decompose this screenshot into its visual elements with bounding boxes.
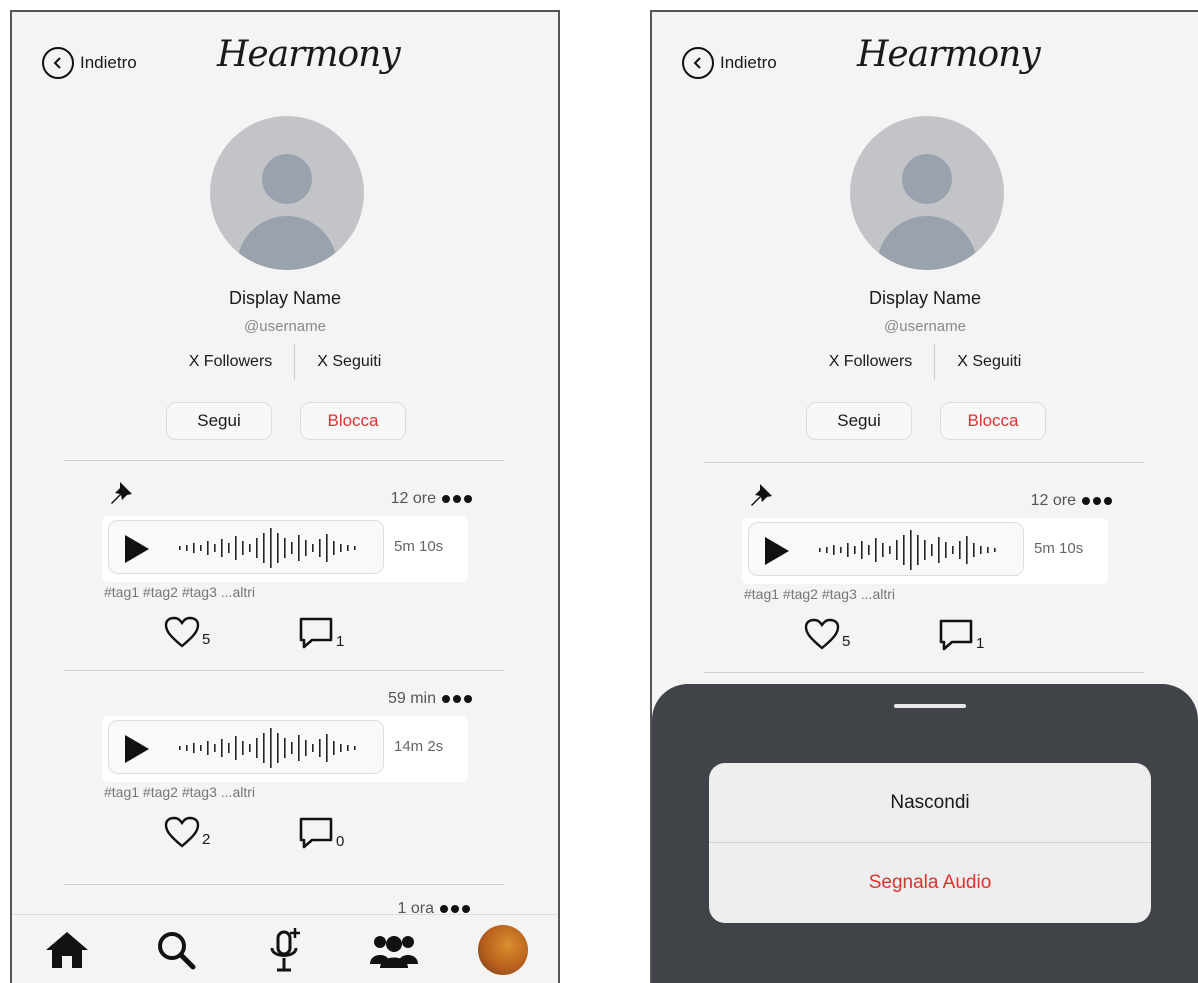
comment-button[interactable]: 0 — [298, 816, 344, 850]
comment-count: 1 — [976, 635, 985, 652]
comment-count: 1 — [336, 633, 345, 650]
back-button[interactable]: Indietro — [682, 47, 777, 79]
record-audio-icon[interactable] — [259, 924, 311, 976]
heart-icon — [164, 816, 200, 848]
audio-player[interactable] — [748, 522, 1024, 576]
waveform-icon — [179, 528, 356, 568]
back-label: Indietro — [720, 53, 777, 72]
profile-avatar — [210, 116, 364, 270]
profile-screen: Indietro Hearmony Display Name @username… — [10, 10, 560, 983]
audio-player[interactable] — [108, 720, 384, 774]
post-tags[interactable]: #tag1 #tag2 #tag3 ...altri — [104, 584, 255, 600]
username: @username — [244, 318, 326, 335]
follow-button[interactable]: Segui — [166, 402, 272, 440]
friends-icon[interactable] — [368, 924, 420, 976]
post-tags[interactable]: #tag1 #tag2 #tag3 ...altri — [104, 784, 255, 800]
like-count: 5 — [842, 633, 851, 650]
comment-icon — [939, 619, 973, 651]
post-time: 59 min — [387, 690, 436, 707]
divider — [64, 884, 504, 885]
hide-option[interactable]: Nascondi — [709, 763, 1151, 843]
play-icon[interactable] — [125, 535, 149, 563]
divider — [704, 462, 1144, 463]
block-button[interactable]: Blocca — [940, 402, 1046, 440]
comment-icon — [299, 617, 333, 649]
back-label: Indietro — [80, 53, 137, 72]
comment-button[interactable]: 1 — [938, 618, 984, 652]
waveform-icon — [819, 530, 996, 570]
chevron-left-icon — [42, 47, 74, 79]
profile-avatar — [850, 116, 1004, 270]
pin-icon — [751, 484, 772, 506]
heart-icon — [804, 618, 840, 650]
comment-icon — [299, 817, 333, 849]
followers-count[interactable]: X Followers — [167, 345, 295, 379]
audio-duration: 5m 10s — [1034, 540, 1084, 557]
profile-avatar[interactable] — [477, 924, 529, 976]
search-icon[interactable] — [150, 924, 202, 976]
bottom-nav — [12, 914, 558, 983]
profile-stats: X Followers X Seguiti — [12, 344, 558, 380]
divider — [704, 672, 1144, 673]
comment-count: 0 — [336, 833, 345, 850]
home-icon[interactable] — [41, 924, 93, 976]
audio-duration: 14m 2s — [394, 738, 444, 755]
options-menu: Nascondi Segnala Audio — [709, 763, 1151, 923]
like-button[interactable]: 5 — [164, 616, 210, 648]
divider — [64, 460, 504, 461]
report-audio-option[interactable]: Segnala Audio — [709, 843, 1151, 923]
play-icon[interactable] — [125, 735, 149, 763]
play-icon[interactable] — [765, 537, 789, 565]
more-options-icon[interactable] — [440, 905, 470, 913]
comment-button[interactable]: 1 — [298, 616, 344, 650]
options-bottom-sheet: Nascondi Segnala Audio — [652, 684, 1198, 983]
following-count[interactable]: X Seguiti — [295, 345, 403, 379]
profile-stats: X Followers X Seguiti — [652, 344, 1198, 380]
following-count[interactable]: X Seguiti — [935, 345, 1043, 379]
more-options-icon[interactable] — [442, 695, 472, 703]
post-tags[interactable]: #tag1 #tag2 #tag3 ...altri — [744, 586, 895, 602]
audio-player[interactable] — [108, 520, 384, 574]
like-count: 2 — [202, 831, 211, 848]
heart-icon — [164, 616, 200, 648]
pin-icon — [111, 482, 132, 504]
like-count: 5 — [202, 631, 211, 648]
app-logo: Hearmony — [857, 34, 1041, 75]
display-name: Display Name — [228, 288, 342, 308]
display-name: Display Name — [868, 288, 982, 308]
chevron-left-icon — [682, 47, 714, 79]
post-time: 12 ore — [1030, 492, 1076, 509]
like-button[interactable]: 5 — [804, 618, 850, 650]
audio-duration: 5m 10s — [394, 538, 444, 555]
app-logo: Hearmony — [217, 34, 401, 75]
username: @username — [884, 318, 966, 335]
divider — [64, 670, 504, 671]
follow-button[interactable]: Segui — [806, 402, 912, 440]
sheet-drag-handle[interactable] — [894, 704, 966, 708]
waveform-icon — [179, 728, 356, 768]
block-button[interactable]: Blocca — [300, 402, 406, 440]
like-button[interactable]: 2 — [164, 816, 210, 848]
followers-count[interactable]: X Followers — [807, 345, 935, 379]
back-button[interactable]: Indietro — [42, 47, 137, 79]
more-options-icon[interactable] — [442, 495, 472, 503]
more-options-icon[interactable] — [1082, 497, 1112, 505]
post-time: 12 ore — [390, 490, 436, 507]
profile-screen-with-options: Indietro Hearmony Display Name @username… — [650, 10, 1198, 983]
